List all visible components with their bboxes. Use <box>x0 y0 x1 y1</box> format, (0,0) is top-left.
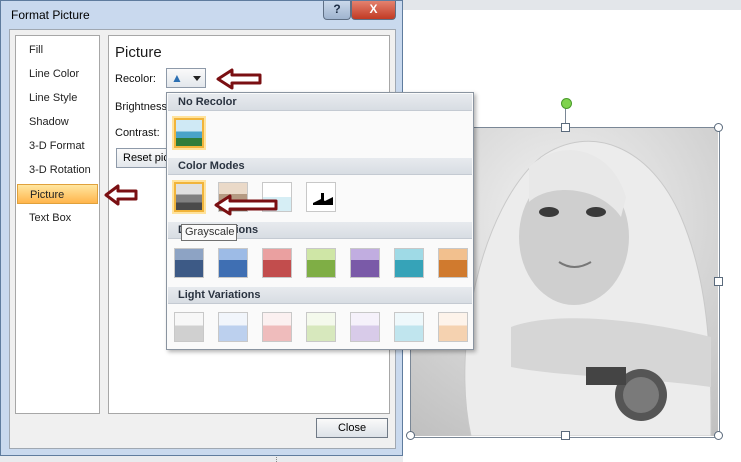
chevron-down-icon <box>193 76 201 81</box>
swatch-light-2[interactable] <box>218 312 248 342</box>
swatch-no-recolor[interactable] <box>174 118 204 148</box>
swatch-dark-3[interactable] <box>262 248 292 278</box>
annotation-arrow-recolor <box>216 68 262 90</box>
resize-handle-bottom-left[interactable] <box>406 431 415 440</box>
swatch-light-1[interactable] <box>174 312 204 342</box>
recolor-dropdown-button[interactable]: ▲ <box>166 68 206 88</box>
rotate-handle[interactable] <box>561 98 572 109</box>
swatch-grayscale[interactable] <box>174 182 204 212</box>
swatch-dark-4[interactable] <box>306 248 336 278</box>
section-no-recolor: No Recolor <box>168 94 472 111</box>
swatch-light-4[interactable] <box>306 312 336 342</box>
swatch-dark-6[interactable] <box>394 248 424 278</box>
help-button[interactable]: ? <box>323 1 351 20</box>
brightness-label: Brightness <box>115 101 167 113</box>
swatch-dark-1[interactable] <box>174 248 204 278</box>
black-white-icon <box>313 193 333 205</box>
section-color-modes: Color Modes <box>168 158 472 175</box>
nav-item-picture[interactable]: Picture <box>17 184 98 204</box>
paint-bucket-icon: ▲ <box>171 71 183 85</box>
resize-handle-top-right[interactable] <box>714 123 723 132</box>
nav-item-line-style[interactable]: Line Style <box>17 88 98 108</box>
resize-handle-bottom-right[interactable] <box>714 431 723 440</box>
swatch-light-7[interactable] <box>438 312 468 342</box>
nav-item-3d-rotation[interactable]: 3-D Rotation <box>17 160 98 180</box>
annotation-arrow-picture <box>104 184 138 206</box>
grayscale-tooltip: Grayscale <box>181 224 237 241</box>
annotation-arrow-grayscale <box>214 194 278 216</box>
recolor-label: Recolor: <box>115 73 156 85</box>
swatch-light-3[interactable] <box>262 312 292 342</box>
close-window-button[interactable]: X <box>351 1 396 20</box>
nav-item-fill[interactable]: Fill <box>17 40 98 60</box>
swatch-black-and-white[interactable] <box>306 182 336 212</box>
slide-top-edge <box>403 0 741 10</box>
swatch-light-6[interactable] <box>394 312 424 342</box>
nav-item-3d-format[interactable]: 3-D Format <box>17 136 98 156</box>
panel-title: Picture <box>115 44 162 61</box>
nav-item-line-color[interactable]: Line Color <box>17 64 98 84</box>
swatch-dark-7[interactable] <box>438 248 468 278</box>
recolor-menu: No Recolor Color Modes Dark Variations L… <box>166 92 474 350</box>
swatch-light-5[interactable] <box>350 312 380 342</box>
nav-item-shadow[interactable]: Shadow <box>17 112 98 132</box>
swatch-dark-2[interactable] <box>218 248 248 278</box>
resize-handle-right[interactable] <box>714 277 723 286</box>
contrast-label: Contrast: <box>115 127 160 139</box>
nav-item-text-box[interactable]: Text Box <box>17 208 98 228</box>
resize-handle-top[interactable] <box>561 123 570 132</box>
swatch-dark-5[interactable] <box>350 248 380 278</box>
resize-handle-bottom[interactable] <box>561 431 570 440</box>
category-list: Fill Line Color Line Style Shadow 3-D Fo… <box>15 35 100 414</box>
section-light-variations: Light Variations <box>168 287 472 304</box>
close-button[interactable]: Close <box>316 418 388 438</box>
dialog-title: Format Picture <box>11 8 90 22</box>
